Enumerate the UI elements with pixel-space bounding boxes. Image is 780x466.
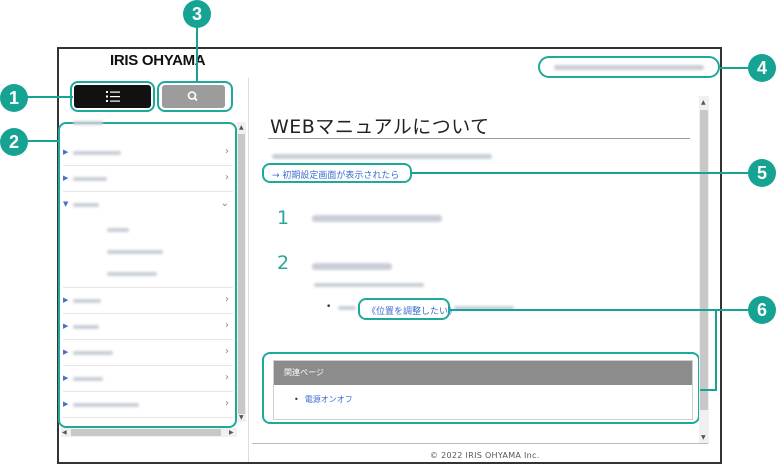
sidebar-item[interactable]: ▶ › — [63, 140, 233, 166]
initial-setup-link[interactable]: → 初期設定画面が表示されたら — [262, 163, 412, 183]
step-number: 1 — [277, 207, 290, 229]
search-button[interactable] — [162, 85, 225, 108]
content-scrollbar[interactable]: ▲ ▼ — [699, 96, 709, 444]
blurred-text — [107, 250, 163, 254]
related-pages-header: 関連ページ — [274, 361, 692, 385]
bullet: • — [294, 395, 299, 404]
title-divider — [268, 138, 690, 139]
page-title: WEBマニュアルについて — [270, 116, 490, 138]
bullet: • — [326, 302, 332, 312]
scroll-up-icon[interactable]: ▲ — [239, 124, 244, 131]
blurred-text — [312, 263, 392, 270]
sidebar-item[interactable]: ▶ › — [63, 166, 233, 192]
blurred-text — [312, 215, 442, 222]
related-link-text: 電源オンオフ — [304, 395, 353, 404]
caret-down-icon: ▼ — [63, 200, 69, 208]
callout-badge-2: 2 — [0, 128, 28, 156]
callout-line-1 — [27, 96, 73, 98]
panel-divider — [248, 78, 249, 462]
scroll-left-icon[interactable]: ◀ — [62, 429, 67, 436]
blurred-text — [314, 283, 424, 287]
scrollbar-thumb[interactable] — [71, 429, 221, 436]
related-pages-panel: 関連ページ • 電源オンオフ — [273, 360, 693, 420]
chevron-right-icon: › — [225, 346, 229, 357]
callout-line-4 — [720, 67, 750, 69]
blurred-text — [73, 299, 101, 303]
callout-line-3 — [196, 26, 198, 81]
blurred-text — [73, 377, 103, 381]
footer-divider — [252, 443, 708, 444]
callout-line-6-vertical — [715, 309, 717, 391]
caret-right-icon: ▶ — [63, 322, 69, 330]
list-button[interactable] — [74, 85, 151, 108]
callout-badge-4: 4 — [748, 54, 776, 82]
related-pages-heading: 関連ページ — [284, 368, 324, 377]
callout-line-2 — [27, 140, 59, 142]
blurred-text — [73, 403, 139, 407]
initial-setup-link-text: → 初期設定画面が表示されたら — [272, 171, 400, 181]
sidebar-item[interactable]: ▶ › — [63, 392, 233, 418]
callout-line-6 — [450, 309, 750, 311]
adjust-position-link-text: 《位置を調整したい》 — [367, 307, 458, 317]
scrollbar-thumb[interactable] — [238, 134, 245, 414]
sidebar-nav: ▶ › ▶ › ▼ ⌄ ▶ › ▶ › ▶ › ▶ › ▶ › — [61, 118, 237, 430]
step-number: 2 — [277, 252, 290, 274]
brand-logo: IRIS OHYAMA — [110, 52, 206, 69]
callout-badge-5: 5 — [748, 159, 776, 187]
callout-badge-1: 1 — [0, 84, 28, 112]
blurred-text — [73, 351, 113, 355]
sidebar-item[interactable]: ▶ › — [63, 340, 233, 366]
chevron-right-icon: › — [225, 320, 229, 331]
scroll-right-icon[interactable]: ▶ — [229, 429, 234, 436]
blurred-text — [73, 177, 107, 181]
caret-right-icon: ▶ — [63, 296, 69, 304]
caret-right-icon: ▶ — [63, 174, 69, 182]
blurred-text — [73, 325, 99, 329]
chevron-right-icon: › — [225, 294, 229, 305]
callout-badge-3: 3 — [183, 0, 211, 28]
blurred-text — [73, 121, 103, 125]
callout-line-5 — [412, 172, 752, 174]
scrollbar-thumb[interactable] — [700, 110, 708, 410]
blurred-text — [272, 154, 492, 159]
chevron-down-icon: ⌄ — [220, 198, 229, 209]
sidebar-item[interactable]: ▶ › — [63, 288, 233, 314]
chevron-right-icon: › — [225, 372, 229, 383]
blurred-text — [73, 203, 99, 207]
header-link[interactable] — [538, 56, 720, 78]
caret-right-icon: ▶ — [63, 400, 69, 408]
scroll-down-icon[interactable]: ▼ — [701, 434, 706, 441]
sidebar-scrollbar[interactable]: ▲ ▼ — [237, 122, 246, 422]
blurred-text — [554, 65, 704, 70]
blurred-text — [107, 272, 157, 276]
callout-badge-6: 6 — [748, 296, 776, 324]
adjust-position-link[interactable]: 《位置を調整したい》 — [358, 298, 457, 320]
caret-right-icon: ▶ — [63, 374, 69, 382]
scroll-up-icon[interactable]: ▲ — [701, 99, 706, 106]
chevron-right-icon: › — [225, 146, 229, 157]
callout-line-6-horizontal — [700, 389, 717, 391]
blurred-text — [107, 228, 129, 232]
scroll-down-icon[interactable]: ▼ — [239, 414, 244, 421]
caret-right-icon: ▶ — [63, 148, 69, 156]
chevron-right-icon: › — [225, 398, 229, 409]
sidebar-h-scrollbar[interactable]: ◀ ▶ — [61, 428, 237, 437]
footer-copyright: © 2022 IRIS OHYAMA Inc. — [430, 451, 540, 460]
related-link[interactable]: • 電源オンオフ — [294, 394, 353, 405]
search-icon — [187, 91, 198, 102]
caret-right-icon: ▶ — [63, 348, 69, 356]
sidebar-item[interactable]: ▶ › — [63, 314, 233, 340]
sidebar-item[interactable]: ▶ › — [63, 366, 233, 392]
sidebar-item-expanded[interactable]: ▼ ⌄ — [63, 192, 233, 288]
list-icon — [106, 91, 120, 102]
blurred-text — [338, 306, 356, 310]
chevron-right-icon: › — [225, 172, 229, 183]
blurred-text — [73, 151, 121, 155]
